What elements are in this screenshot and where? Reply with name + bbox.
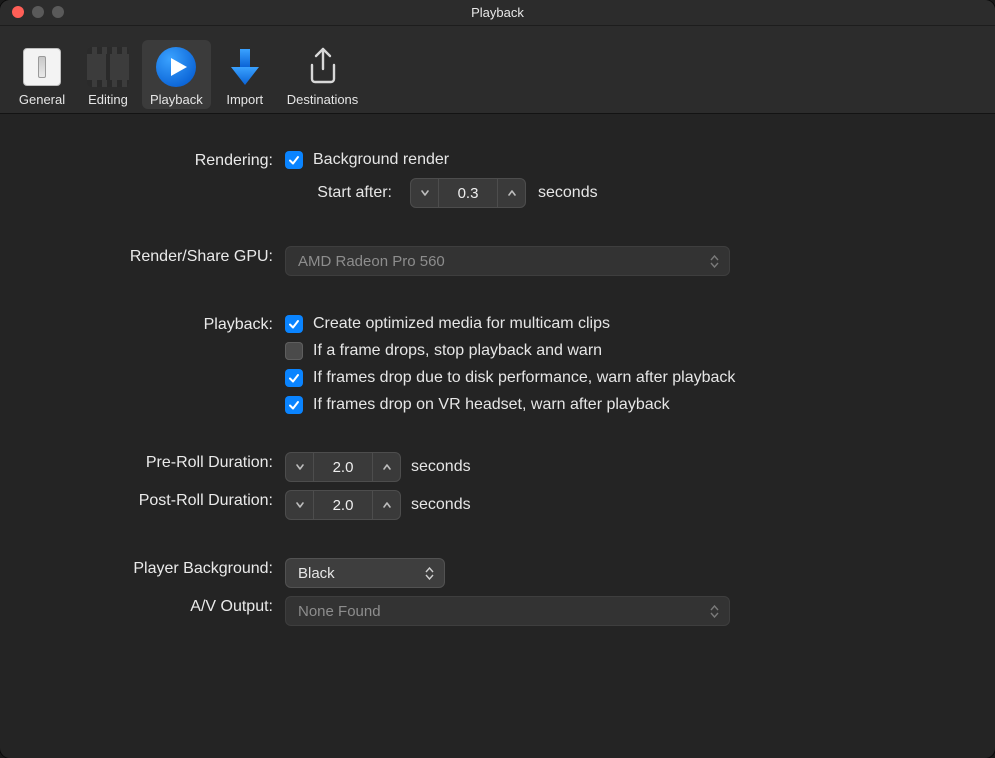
playback-option-1: If a frame drops, stop playback and warn — [285, 341, 735, 360]
post-roll-stepper[interactable]: 2.0 — [285, 490, 401, 520]
start-after-decrement[interactable] — [411, 179, 439, 207]
tab-editing-label: Editing — [88, 92, 128, 107]
start-after-value[interactable]: 0.3 — [439, 179, 497, 207]
post-roll-increment[interactable] — [372, 491, 400, 519]
post-roll-decrement[interactable] — [286, 491, 314, 519]
tab-general[interactable]: General — [10, 40, 74, 109]
window-close-button[interactable] — [12, 6, 24, 18]
start-after-label: Start after: — [285, 184, 398, 202]
destinations-icon — [300, 44, 346, 90]
post-roll-label: Post-Roll Duration: — [0, 490, 285, 510]
playback-option-1-checkbox[interactable] — [285, 342, 303, 360]
window-title: Playback — [471, 5, 524, 20]
traffic-lights — [12, 6, 64, 18]
preferences-toolbar: General Editing — [0, 26, 995, 114]
tab-playback-label: Playback — [150, 92, 203, 107]
playback-option-3: If frames drop on VR headset, warn after… — [285, 395, 735, 414]
chevron-updown-icon — [425, 567, 434, 580]
playback-option-2-label: If frames drop due to disk performance, … — [313, 369, 735, 387]
playback-option-2: If frames drop due to disk performance, … — [285, 368, 735, 387]
tab-destinations-label: Destinations — [287, 92, 359, 107]
window-zoom-button[interactable] — [52, 6, 64, 18]
player-bg-select[interactable]: Black — [285, 558, 445, 588]
playback-label: Playback: — [0, 314, 285, 334]
background-render-checkbox[interactable] — [285, 151, 303, 169]
player-bg-row: Player Background: Black — [0, 558, 955, 588]
tab-import[interactable]: Import — [213, 40, 277, 109]
chevron-updown-icon — [710, 255, 719, 268]
av-output-select: None Found — [285, 596, 730, 626]
playback-option-0-checkbox[interactable] — [285, 315, 303, 333]
av-output-row: A/V Output: None Found — [0, 596, 955, 626]
gpu-label: Render/Share GPU: — [0, 246, 285, 266]
playback-option-3-checkbox[interactable] — [285, 396, 303, 414]
gpu-select: AMD Radeon Pro 560 — [285, 246, 730, 276]
pre-roll-value[interactable]: 2.0 — [314, 453, 372, 481]
titlebar: Playback — [0, 0, 995, 26]
pre-roll-unit: seconds — [411, 458, 471, 476]
av-output-label: A/V Output: — [0, 596, 285, 616]
playback-icon — [153, 44, 199, 90]
playback-option-2-checkbox[interactable] — [285, 369, 303, 387]
rendering-row: Rendering: Background render — [0, 150, 955, 170]
general-icon — [19, 44, 65, 90]
tab-import-label: Import — [226, 92, 263, 107]
playback-option-0: Create optimized media for multicam clip… — [285, 314, 735, 333]
pre-roll-row: Pre-Roll Duration: 2.0 seconds — [0, 452, 955, 482]
post-roll-row: Post-Roll Duration: 2.0 seconds — [0, 490, 955, 520]
tab-destinations[interactable]: Destinations — [279, 40, 367, 109]
start-after-unit: seconds — [538, 184, 598, 202]
tab-playback[interactable]: Playback — [142, 40, 211, 109]
chevron-updown-icon — [710, 605, 719, 618]
background-render-checkbox-row: Background render — [285, 150, 449, 169]
playback-option-1-label: If a frame drops, stop playback and warn — [313, 342, 602, 360]
playback-row: Playback: Create optimized media for mul… — [0, 314, 955, 414]
gpu-value: AMD Radeon Pro 560 — [298, 253, 445, 270]
preferences-content: Rendering: Background render Start after… — [0, 114, 995, 758]
gpu-row: Render/Share GPU: AMD Radeon Pro 560 — [0, 246, 955, 276]
player-bg-value: Black — [298, 565, 335, 582]
tab-general-label: General — [19, 92, 65, 107]
post-roll-unit: seconds — [411, 496, 471, 514]
player-bg-label: Player Background: — [0, 558, 285, 578]
post-roll-value[interactable]: 2.0 — [314, 491, 372, 519]
start-after-increment[interactable] — [497, 179, 525, 207]
pre-roll-stepper[interactable]: 2.0 — [285, 452, 401, 482]
background-render-label: Background render — [313, 151, 449, 169]
playback-option-3-label: If frames drop on VR headset, warn after… — [313, 396, 670, 414]
preferences-window: Playback General Editing — [0, 0, 995, 758]
start-after-stepper[interactable]: 0.3 — [410, 178, 526, 208]
start-after-row: Start after: 0.3 seconds — [0, 178, 955, 208]
playback-options: Create optimized media for multicam clip… — [285, 314, 735, 414]
editing-icon — [85, 44, 131, 90]
window-minimize-button[interactable] — [32, 6, 44, 18]
playback-option-0-label: Create optimized media for multicam clip… — [313, 315, 610, 333]
pre-roll-decrement[interactable] — [286, 453, 314, 481]
av-output-value: None Found — [298, 603, 381, 620]
import-icon — [222, 44, 268, 90]
tab-editing[interactable]: Editing — [76, 40, 140, 109]
rendering-label: Rendering: — [0, 150, 285, 170]
pre-roll-increment[interactable] — [372, 453, 400, 481]
pre-roll-label: Pre-Roll Duration: — [0, 452, 285, 472]
